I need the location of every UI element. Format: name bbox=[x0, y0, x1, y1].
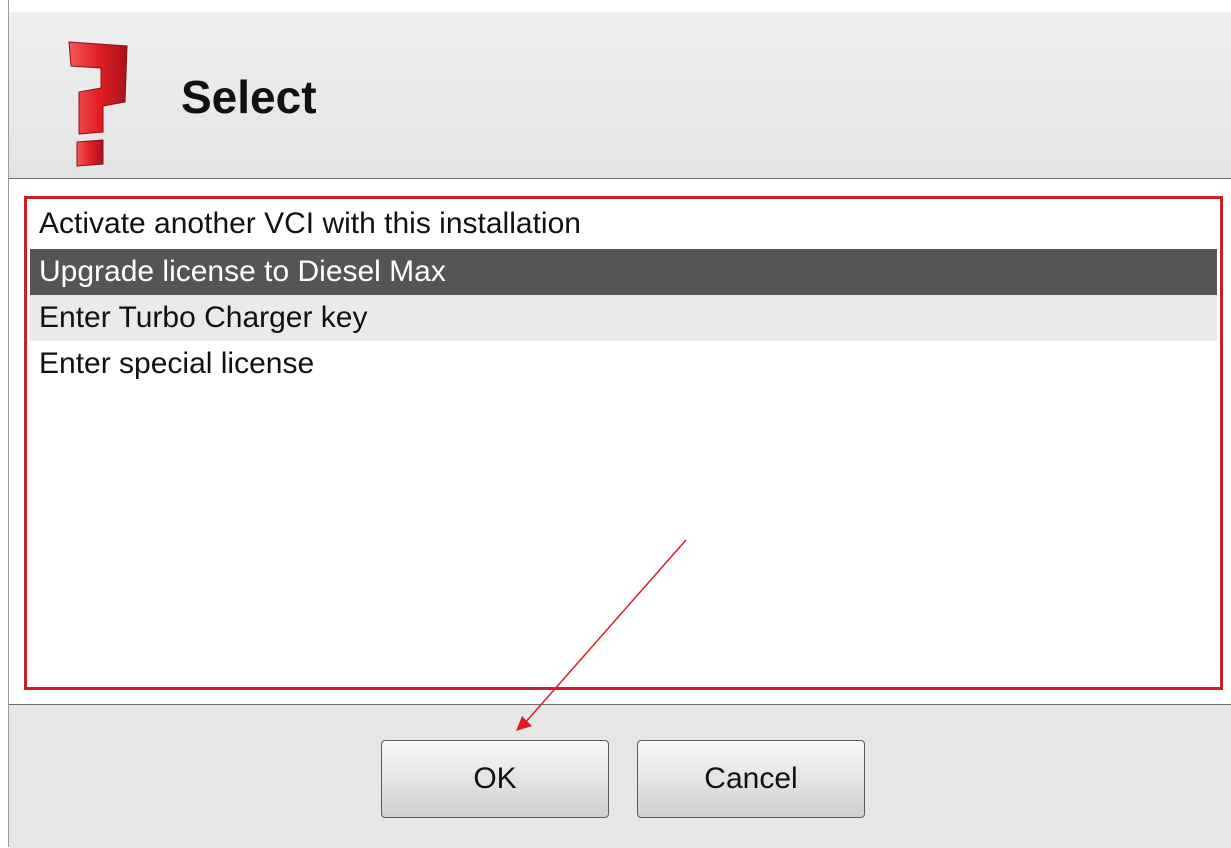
list-item-upgrade-diesel-max[interactable]: Upgrade license to Diesel Max bbox=[30, 249, 1217, 295]
dialog-footer bbox=[9, 704, 1231, 848]
ok-button[interactable]: OK bbox=[381, 740, 609, 818]
dialog-title: Select bbox=[181, 71, 317, 123]
list-item-special-license[interactable]: Enter special license bbox=[30, 341, 1217, 387]
list-item-activate-vci[interactable]: Activate another VCI with this installat… bbox=[30, 201, 1217, 247]
question-mark-icon bbox=[68, 41, 128, 167]
dialog-header: Select bbox=[9, 12, 1231, 179]
options-list[interactable]: Activate another VCI with this installat… bbox=[24, 196, 1223, 690]
cancel-button[interactable]: Cancel bbox=[637, 740, 865, 818]
list-item-turbo-charger-key[interactable]: Enter Turbo Charger key bbox=[30, 295, 1217, 341]
select-dialog: Select Activate another VCI with this in… bbox=[0, 0, 1231, 848]
